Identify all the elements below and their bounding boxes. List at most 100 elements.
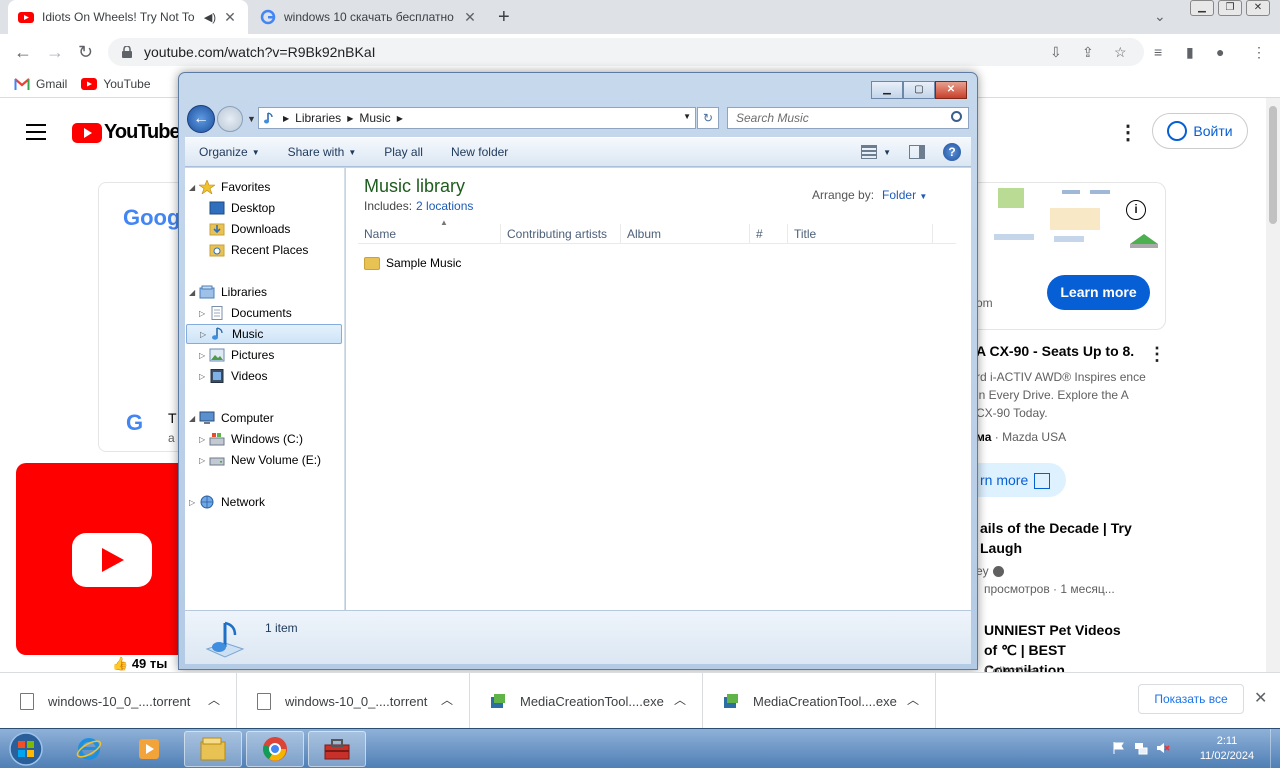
- taskbar-clock[interactable]: 2:11 11/02/2024: [1196, 734, 1258, 764]
- download-item[interactable]: MediaCreationTool....exe ︿: [703, 673, 936, 729]
- share-icon[interactable]: ⇪: [1082, 44, 1094, 61]
- breadcrumb-separator-icon[interactable]: ▶: [347, 114, 353, 123]
- network-status-icon[interactable]: [1134, 741, 1148, 755]
- arrange-by-dropdown[interactable]: Folder ▼: [882, 188, 927, 202]
- tab-youtube[interactable]: Idiots On Wheels! Try Not To ◀) ✕: [8, 0, 248, 34]
- list-item[interactable]: Sample Music: [364, 256, 461, 270]
- change-view-button[interactable]: ▼: [861, 145, 891, 159]
- close-tab-icon[interactable]: ✕: [462, 9, 478, 26]
- info-icon[interactable]: i: [1126, 200, 1146, 220]
- nav-item-new-volume-e[interactable]: ▷ New Volume (E:): [199, 450, 321, 470]
- nav-item-videos[interactable]: ▷ Videos: [199, 366, 267, 386]
- side-panel-icon[interactable]: ▮: [1186, 44, 1194, 61]
- show-all-downloads-button[interactable]: Показать все: [1138, 684, 1244, 714]
- column-number[interactable]: #: [750, 224, 788, 244]
- column-contributing-artists[interactable]: Contributing artists: [501, 224, 621, 244]
- recent-pages-dropdown-icon[interactable]: ▼: [247, 114, 256, 124]
- column-title[interactable]: Title: [788, 224, 933, 244]
- taskbar-internet-explorer[interactable]: [62, 731, 116, 767]
- new-folder-button[interactable]: New folder: [437, 145, 522, 159]
- collapsed-arrow-icon[interactable]: ▷: [199, 351, 209, 360]
- nav-item-downloads[interactable]: Downloads: [199, 219, 290, 239]
- download-item[interactable]: MediaCreationTool....exe ︿: [470, 673, 703, 729]
- chevron-up-icon[interactable]: ︿: [441, 691, 453, 708]
- nav-item-recent-places[interactable]: Recent Places: [199, 240, 308, 260]
- close-download-shelf-icon[interactable]: ✕: [1254, 688, 1267, 708]
- column-album[interactable]: Album: [621, 224, 750, 244]
- tab-search-icon[interactable]: ⌄: [1154, 8, 1166, 25]
- help-icon[interactable]: ?: [943, 143, 961, 161]
- bookmark-star-icon[interactable]: ☆: [1114, 44, 1127, 61]
- bookmark-gmail[interactable]: Gmail: [14, 77, 67, 91]
- collapsed-arrow-icon[interactable]: ▷: [199, 372, 209, 381]
- nav-item-desktop[interactable]: Desktop: [199, 198, 275, 218]
- taskbar-media-player[interactable]: [122, 731, 176, 767]
- page-scrollbar[interactable]: [1266, 98, 1280, 672]
- close-icon[interactable]: ✕: [935, 81, 967, 99]
- audio-playing-icon[interactable]: ◀): [204, 11, 216, 24]
- scrollbar-thumb[interactable]: [1269, 106, 1277, 224]
- related-video-title[interactable]: ails of the Decade | Try Laugh: [980, 518, 1140, 558]
- close-window-icon[interactable]: ✕: [1246, 0, 1270, 16]
- close-tab-icon[interactable]: ✕: [222, 9, 238, 26]
- lock-icon[interactable]: [122, 46, 132, 58]
- back-arrow-icon[interactable]: ←: [187, 105, 215, 133]
- breadcrumb-libraries[interactable]: Libraries: [295, 111, 341, 125]
- collapsed-arrow-icon[interactable]: ▷: [199, 435, 209, 444]
- youtube-logo[interactable]: YouTube: [72, 121, 181, 144]
- forward-arrow-icon[interactable]: [217, 106, 243, 132]
- promo-title[interactable]: A CX-90 - Seats Up to 8.: [976, 343, 1134, 359]
- nav-item-favorites[interactable]: ◢ Favorites: [189, 177, 270, 197]
- chevron-up-icon[interactable]: ︿: [907, 691, 919, 708]
- taskbar-file-explorer[interactable]: [184, 731, 242, 767]
- chevron-up-icon[interactable]: ︿: [674, 691, 686, 708]
- volume-muted-icon[interactable]: [1156, 741, 1170, 755]
- search-icon[interactable]: [951, 111, 962, 122]
- sign-in-button[interactable]: Войти: [1152, 113, 1248, 149]
- taskbar-toolbox-app[interactable]: [308, 731, 366, 767]
- install-app-icon[interactable]: ⇩: [1050, 44, 1062, 61]
- taskbar-chrome[interactable]: [246, 731, 304, 767]
- chevron-up-icon[interactable]: ︿: [208, 691, 220, 708]
- address-breadcrumb[interactable]: ▶ Libraries ▶ Music ▶ ▼: [258, 107, 696, 129]
- chrome-menu-icon[interactable]: ⋮: [1252, 44, 1266, 61]
- download-item[interactable]: windows-10_0_....torrent ︿: [237, 673, 470, 729]
- column-name[interactable]: Name: [358, 224, 501, 244]
- forward-icon[interactable]: →: [46, 42, 64, 63]
- maximize-icon[interactable]: ▢: [903, 81, 935, 99]
- action-center-flag-icon[interactable]: [1112, 741, 1126, 755]
- media-control-icon[interactable]: ≡: [1154, 44, 1162, 60]
- new-tab-button[interactable]: +: [498, 6, 510, 29]
- promo-learn-more-button[interactable]: rn more: [966, 463, 1066, 497]
- learn-more-button[interactable]: Learn more: [1047, 275, 1150, 310]
- breadcrumb-separator-icon[interactable]: ▶: [283, 114, 289, 123]
- play-all-button[interactable]: Play all: [370, 145, 437, 159]
- expand-arrow-icon[interactable]: ◢: [189, 183, 199, 192]
- minimize-icon[interactable]: ▁: [871, 81, 903, 99]
- bookmark-youtube[interactable]: YouTube: [81, 77, 151, 91]
- download-item[interactable]: windows-10_0_....torrent ︿: [0, 673, 237, 729]
- collapsed-arrow-icon[interactable]: ▷: [199, 309, 209, 318]
- locations-link[interactable]: 2 locations: [416, 199, 473, 213]
- like-count[interactable]: 👍 49 ты: [112, 656, 167, 672]
- organize-button[interactable]: Organize ▼: [185, 145, 274, 159]
- promo-more-icon[interactable]: ⋮: [1148, 344, 1166, 365]
- collapsed-arrow-icon[interactable]: ▷: [200, 330, 210, 339]
- refresh-icon[interactable]: ↻: [697, 107, 719, 129]
- show-desktop-button[interactable]: [1270, 729, 1280, 768]
- minimize-icon[interactable]: ▁: [1190, 0, 1214, 16]
- address-dropdown-icon[interactable]: ▼: [683, 112, 691, 121]
- related-video-channel[interactable]: ey: [976, 564, 1004, 578]
- breadcrumb-music[interactable]: Music: [359, 111, 390, 125]
- nav-item-computer[interactable]: ◢ Computer: [189, 408, 274, 428]
- preview-pane-icon[interactable]: [909, 145, 925, 159]
- expand-arrow-icon[interactable]: ◢: [189, 414, 199, 423]
- nav-item-libraries[interactable]: ◢ Libraries: [189, 282, 267, 302]
- tab-google-search[interactable]: windows 10 скачать бесплатно ✕: [250, 0, 488, 34]
- nav-item-pictures[interactable]: ▷ Pictures: [199, 345, 274, 365]
- back-icon[interactable]: ←: [14, 42, 32, 63]
- collapsed-arrow-icon[interactable]: ▷: [189, 498, 199, 507]
- restore-icon[interactable]: ❐: [1218, 0, 1242, 16]
- reload-icon[interactable]: ↻: [78, 42, 93, 63]
- video-thumbnail[interactable]: [16, 463, 186, 655]
